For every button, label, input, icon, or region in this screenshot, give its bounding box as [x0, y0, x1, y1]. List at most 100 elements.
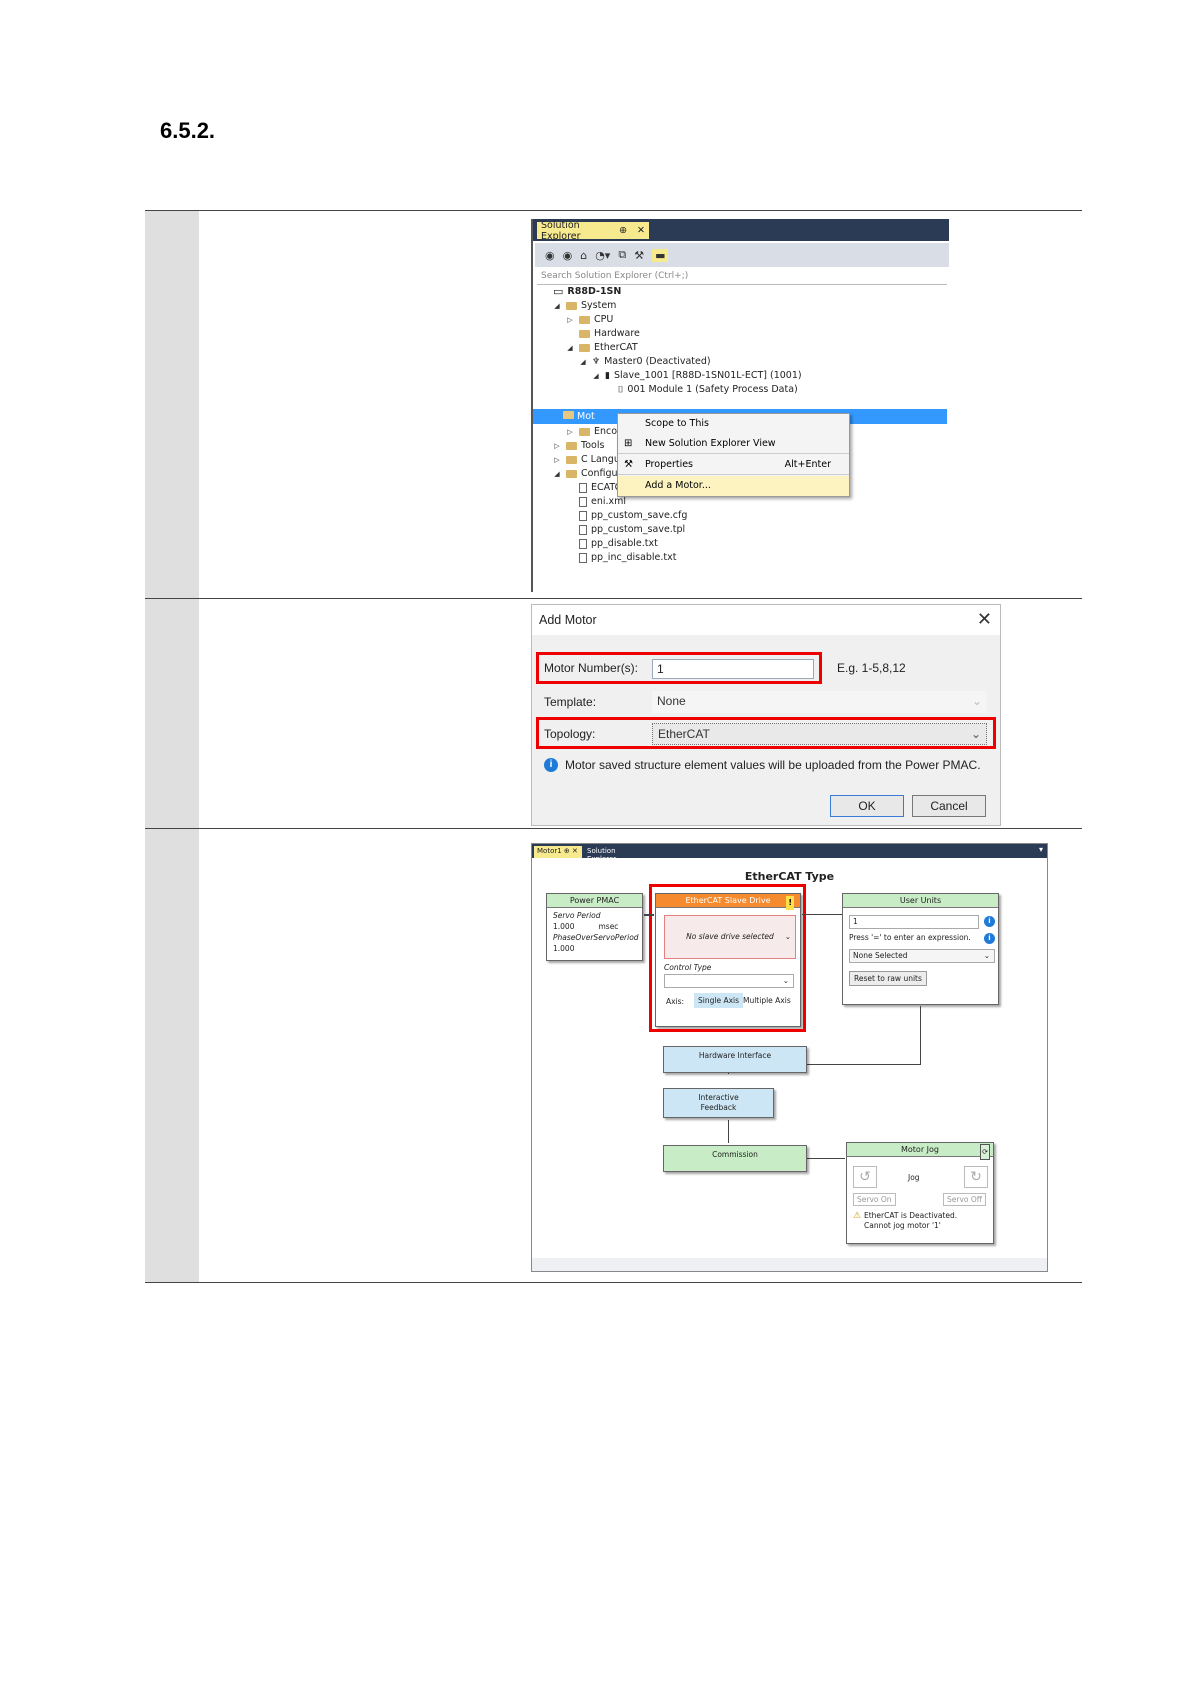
history-icon[interactable]: ◔▾ — [595, 249, 610, 262]
folder-icon — [579, 330, 590, 338]
expander-icon[interactable]: ▷ — [552, 439, 562, 453]
servo-on-button[interactable]: Servo On — [853, 1193, 896, 1206]
tree-label: System — [581, 300, 617, 311]
folder-icon — [566, 470, 577, 478]
forward-icon[interactable]: ◉ — [563, 249, 573, 262]
tree-item[interactable]: eni.xml — [565, 495, 626, 509]
selected-row[interactable]: Mot — [537, 409, 595, 424]
pin-icon[interactable]: ⊕ — [619, 225, 627, 236]
file-icon — [579, 483, 587, 493]
cancel-button[interactable]: Cancel — [912, 795, 986, 817]
template-value: None — [657, 694, 686, 708]
tab-solution-explorer[interactable]: Solution Explorer — [584, 846, 644, 863]
expander-icon[interactable]: ▷ — [565, 425, 575, 439]
tree-item[interactable]: pp_inc_disable.txt — [565, 551, 677, 565]
block-title-line: Feedback — [700, 1103, 737, 1112]
preview-icon[interactable]: ▬ — [652, 248, 669, 262]
document-tab-bar: Motor1 ⊕ ✕ Solution Explorer ▾ — [532, 844, 1047, 863]
tree-item[interactable]: Hardware — [565, 327, 640, 341]
step-number-cell-3 — [145, 829, 199, 1282]
template-select[interactable]: None ⌄ — [652, 691, 987, 713]
jog-reverse-icon[interactable]: ↺ — [853, 1166, 877, 1188]
close-icon[interactable]: ✕ — [637, 225, 645, 236]
reset-units-button[interactable]: Reset to raw units — [849, 971, 927, 986]
tree-item[interactable]: ◢ Configu — [552, 467, 617, 481]
expander-icon[interactable]: ◢ — [552, 299, 562, 313]
servo-off-button[interactable]: Servo Off — [943, 1193, 986, 1206]
warning-line: EtherCAT is Deactivated. — [864, 1211, 958, 1220]
expander-icon[interactable]: ▷ — [565, 313, 575, 327]
tree-label: Hardware — [594, 328, 640, 339]
block-title: User Units — [843, 894, 998, 908]
tree-item[interactable]: ◢ ♆ Master0 (Deactivated) — [578, 355, 711, 369]
jog-warning: EtherCAT is Deactivated. Cannot jog moto… — [864, 1211, 957, 1231]
menu-item-scope-to-this[interactable]: Scope to This — [618, 414, 849, 434]
expander-icon[interactable]: ▷ — [552, 453, 562, 467]
ok-button[interactable]: OK — [830, 795, 904, 817]
expander-icon[interactable]: ◢ — [591, 369, 601, 383]
menu-item-label: Add a Motor... — [645, 480, 711, 491]
dialog-title-text: Add Motor — [539, 613, 597, 627]
user-units-block[interactable]: User Units 1 i Press '=' to enter an exp… — [842, 893, 999, 1005]
table-row-rule — [145, 828, 1082, 829]
info-icon[interactable]: i — [984, 933, 995, 944]
tree-item[interactable]: ▷ CPU — [565, 313, 613, 327]
tree-item[interactable]: pp_disable.txt — [565, 537, 658, 551]
home-icon[interactable]: ⌂ — [580, 249, 587, 262]
tree-label: Master0 (Deactivated) — [604, 356, 711, 367]
refresh-icon[interactable]: ⟳ — [980, 1144, 990, 1160]
tree-label: C Langu — [581, 454, 620, 465]
tree-item[interactable]: pp_custom_save.cfg — [565, 509, 687, 523]
solution-explorer-panel: Solution Explorer ⊕ ✕ ◉ ◉ ⌂ ◔▾ ⧉ ⚒ ▬ Sea… — [531, 219, 949, 592]
interactive-feedback-block[interactable]: Interactive Feedback — [663, 1088, 774, 1118]
block-title: Interactive Feedback — [664, 1089, 773, 1113]
expander-icon[interactable]: ◢ — [552, 467, 562, 481]
menu-item-shortcut: Alt+Enter — [784, 459, 831, 470]
tree-label: Slave_1001 [R88D-1SN01L-ECT] (1001) — [613, 370, 802, 381]
menu-item-properties[interactable]: ⚒ Properties Alt+Enter — [618, 455, 849, 475]
power-pmac-block[interactable]: Power PMAC Servo Period 1.000 msec PhaseO… — [546, 893, 643, 961]
properties-wrench-icon[interactable]: ⚒ — [634, 249, 644, 262]
hardware-interface-block[interactable]: Hardware Interface — [663, 1046, 807, 1073]
units-select[interactable]: None Selected ⌄ — [849, 949, 995, 963]
explorer-toolbar: ◉ ◉ ⌂ ◔▾ ⧉ ⚒ ▬ — [535, 243, 949, 267]
block-title: Motor Jog ⟳ — [847, 1143, 993, 1160]
tab-motor1[interactable]: Motor1 ⊕ ✕ — [534, 846, 582, 858]
slave-device-icon: ▮ — [605, 371, 610, 381]
connector — [802, 914, 842, 915]
info-icon[interactable]: i — [984, 916, 995, 927]
tree-item[interactable]: ⌷ 001 Module 1 (Safety Process Data) — [604, 383, 798, 397]
warning-icon: ⚠ — [853, 1211, 862, 1221]
tree-item[interactable]: ◢ EtherCAT — [565, 341, 637, 355]
sync-view-icon[interactable]: ⧉ — [618, 248, 626, 262]
commission-block[interactable]: Commission — [663, 1145, 807, 1172]
motor-jog-block[interactable]: Motor Jog ⟳ ↺ Jog ↻ Servo On Servo Off ⚠ … — [846, 1142, 994, 1244]
menu-item-label: New Solution Explorer View — [645, 438, 776, 449]
expander-icon[interactable]: ◢ — [578, 355, 588, 369]
menu-item-label: Properties — [645, 459, 694, 470]
tree-item[interactable]: ▷ Enco — [565, 425, 617, 439]
menu-item-add-motor[interactable]: Add a Motor... — [618, 476, 849, 496]
solution-explorer-tab[interactable]: Solution Explorer ⊕ ✕ — [537, 220, 649, 242]
search-input[interactable]: Search Solution Explorer (Ctrl+;) — [537, 268, 947, 285]
user-units-input[interactable]: 1 — [849, 915, 979, 929]
menu-item-label: Scope to This — [645, 418, 709, 429]
jog-forward-icon[interactable]: ↻ — [964, 1166, 988, 1188]
menu-item-new-view[interactable]: ⊞ New Solution Explorer View — [618, 434, 849, 454]
file-icon — [579, 497, 587, 507]
page-title: EtherCAT Type — [744, 870, 835, 883]
tree-item[interactable]: ◢ ▮ Slave_1001 [R88D-1SN01L-ECT] (1001) — [591, 369, 802, 383]
back-icon[interactable]: ◉ — [545, 249, 555, 262]
close-icon[interactable]: ✕ — [977, 609, 992, 630]
expander-icon[interactable]: ◢ — [565, 341, 575, 355]
chevron-down-icon[interactable]: ▾ — [1039, 845, 1043, 854]
tree-item[interactable]: ▭ R88D-1SN — [539, 285, 621, 299]
module-icon: ⌷ — [618, 385, 624, 395]
tree-label: CPU — [594, 314, 614, 325]
tree-item[interactable]: pp_custom_save.tpl — [565, 523, 685, 537]
servo-period-unit: msec — [598, 922, 619, 931]
tree-item[interactable]: ▷ C Langu — [552, 453, 620, 467]
window-icon: ⊞ — [624, 438, 633, 449]
tree-item[interactable]: ◢ System — [552, 299, 616, 313]
tree-item[interactable]: ▷ Tools — [552, 439, 604, 453]
